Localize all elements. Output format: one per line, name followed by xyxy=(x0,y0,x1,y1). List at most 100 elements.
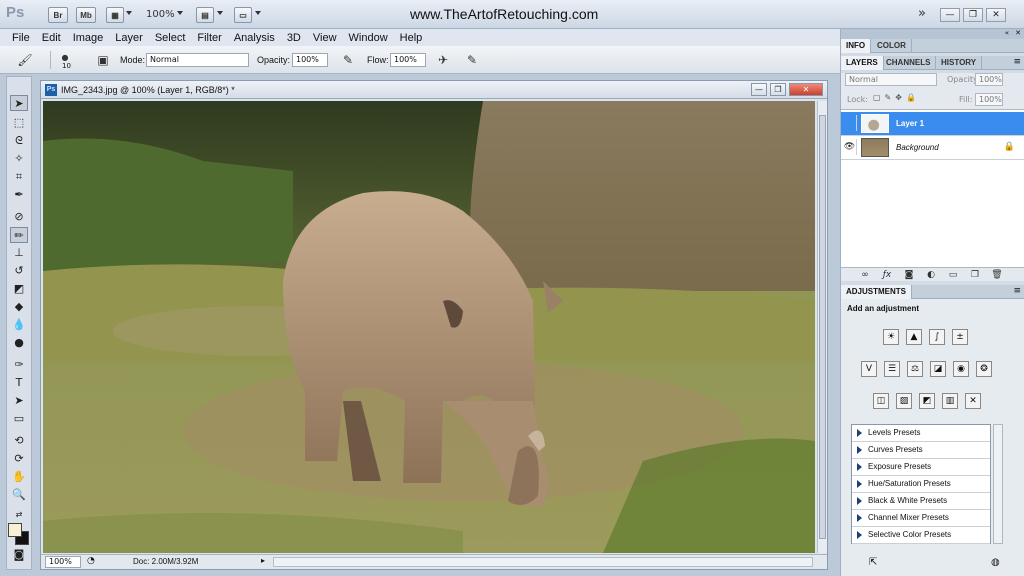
new-group-icon[interactable]: ▭ xyxy=(947,269,959,281)
view-extras-button[interactable]: ▦ xyxy=(106,7,124,23)
return-to-list-icon[interactable]: ⇱ xyxy=(869,557,877,568)
tab-channels[interactable]: CHANNELS xyxy=(881,56,937,70)
new-layer-icon[interactable]: ❐ xyxy=(969,269,981,281)
preset-item[interactable]: Curves Presets xyxy=(852,442,990,459)
layer-row[interactable]: Layer 1 xyxy=(841,112,1024,136)
curves-icon[interactable]: ∫ xyxy=(929,329,945,345)
blur-tool-icon[interactable]: 💧 xyxy=(10,317,28,333)
channel-mixer-icon[interactable]: ❂ xyxy=(976,361,992,377)
threshold-icon[interactable]: ◩ xyxy=(919,393,935,409)
tab-color[interactable]: COLOR xyxy=(872,39,912,53)
layer-style-icon[interactable]: ƒx xyxy=(881,269,893,281)
brush-panel-icon[interactable]: ▣ xyxy=(94,51,112,69)
preset-item[interactable]: Exposure Presets xyxy=(852,459,990,476)
eyedropper-tool-icon[interactable]: ✒ xyxy=(10,187,28,203)
horizontal-scrollbar[interactable] xyxy=(273,557,813,567)
airbrush-icon[interactable]: ✈ xyxy=(434,51,452,69)
tab-adjustments[interactable]: ADJUSTMENTS xyxy=(841,285,913,299)
layer-opacity-field[interactable]: 100% xyxy=(975,73,1003,86)
delete-layer-icon[interactable]: 🗑 xyxy=(991,269,1003,281)
layer-visibility-toggle[interactable] xyxy=(843,115,857,131)
history-brush-tool-icon[interactable]: ↺ xyxy=(10,263,28,279)
tablet-size-icon[interactable]: ✎ xyxy=(463,51,481,69)
workspace-expand-icon[interactable]: » xyxy=(918,6,926,21)
posterize-icon[interactable]: ▨ xyxy=(896,393,912,409)
doc-close-button[interactable]: ✕ xyxy=(789,83,823,96)
zoom-level[interactable]: 100% xyxy=(146,9,175,20)
exposure-icon[interactable]: ± xyxy=(952,329,968,345)
vibrance-icon[interactable]: V xyxy=(861,361,877,377)
eraser-tool-icon[interactable]: ◩ xyxy=(10,281,28,297)
preset-item[interactable]: Hue/Saturation Presets xyxy=(852,476,990,493)
minimize-button[interactable]: — xyxy=(940,8,960,22)
menu-view[interactable]: View xyxy=(307,32,343,44)
tab-info[interactable]: INFO xyxy=(841,39,872,53)
menu-analysis[interactable]: Analysis xyxy=(228,32,281,44)
type-tool-icon[interactable]: T xyxy=(10,375,28,391)
gradient-map-icon[interactable]: ▥ xyxy=(942,393,958,409)
menu-file[interactable]: File xyxy=(6,32,36,44)
tab-layers[interactable]: LAYERS xyxy=(841,56,884,70)
tab-history[interactable]: HISTORY xyxy=(936,56,983,70)
link-layers-icon[interactable]: ∞ xyxy=(859,269,871,281)
photo-filter-icon[interactable]: ◉ xyxy=(953,361,969,377)
menu-help[interactable]: Help xyxy=(394,32,429,44)
clone-stamp-tool-icon[interactable]: ⊥ xyxy=(10,245,28,261)
invert-icon[interactable]: ◫ xyxy=(873,393,889,409)
opacity-field[interactable]: 100% xyxy=(292,53,328,67)
3d-rotate-tool-icon[interactable]: ⟲ xyxy=(10,433,28,449)
menu-select[interactable]: Select xyxy=(149,32,192,44)
eye-icon[interactable]: 👁 xyxy=(843,139,857,155)
quick-select-tool-icon[interactable]: ✧ xyxy=(10,151,28,167)
status-zoom-field[interactable]: 100% xyxy=(45,556,81,568)
color-balance-icon[interactable]: ⚖ xyxy=(907,361,923,377)
collapse-panels-icon[interactable]: « xyxy=(1005,29,1009,37)
lock-options-icons[interactable]: ▢✎✥🔒 xyxy=(873,93,920,102)
quick-mask-icon[interactable]: ◙ xyxy=(10,547,28,563)
layer-row[interactable]: 👁 Background 🔒 xyxy=(841,136,1024,160)
arrange-documents-button[interactable]: ▤ xyxy=(196,7,214,23)
layers-panel-menu-icon[interactable]: ≡ xyxy=(1013,57,1021,67)
lasso-tool-icon[interactable]: ᘓ xyxy=(10,133,28,149)
menu-image[interactable]: Image xyxy=(67,32,110,44)
zoom-tool-icon[interactable]: 🔍 xyxy=(10,487,28,503)
selective-color-icon[interactable]: ✕ xyxy=(965,393,981,409)
preset-item[interactable]: Channel Mixer Presets xyxy=(852,510,990,527)
preset-item[interactable]: Black & White Presets xyxy=(852,493,990,510)
adjustments-menu-icon[interactable]: ≡ xyxy=(1013,286,1021,296)
brush-preset-icon[interactable]: 🖌 xyxy=(16,51,34,69)
crop-tool-icon[interactable]: ⌗ xyxy=(10,169,28,185)
black-white-icon[interactable]: ◪ xyxy=(930,361,946,377)
tablet-opacity-icon[interactable]: ✎ xyxy=(339,51,357,69)
fill-field[interactable]: 100% xyxy=(975,93,1003,106)
document-tab[interactable]: Ps IMG_2343.jpg @ 100% (Layer 1, RGB/8*)… xyxy=(41,81,827,99)
move-tool-icon[interactable]: ➤ xyxy=(10,95,28,111)
hand-tool-icon[interactable]: ✋ xyxy=(10,469,28,485)
path-select-tool-icon[interactable]: ➤ xyxy=(10,393,28,409)
menu-window[interactable]: Window xyxy=(343,32,394,44)
status-info-icon[interactable]: ◔ xyxy=(87,556,95,566)
hue-saturation-icon[interactable]: ☰ xyxy=(884,361,900,377)
vertical-scroll-thumb[interactable] xyxy=(819,115,826,539)
marquee-tool-icon[interactable]: ⬚ xyxy=(10,115,28,131)
swap-colors-icon[interactable]: ⇄ xyxy=(10,507,28,523)
dodge-tool-icon[interactable]: ● xyxy=(10,335,28,351)
menu-filter[interactable]: Filter xyxy=(191,32,227,44)
status-menu-arrow-icon[interactable]: ▸ xyxy=(261,556,265,565)
3d-orbit-tool-icon[interactable]: ⟳ xyxy=(10,451,28,467)
presets-scrollbar[interactable] xyxy=(993,424,1003,544)
layer-mask-icon[interactable]: ◙ xyxy=(903,269,915,281)
menu-3d[interactable]: 3D xyxy=(281,32,307,44)
panel-close-icon[interactable]: ✕ xyxy=(1015,29,1021,37)
brightness-contrast-icon[interactable]: ☀ xyxy=(883,329,899,345)
foreground-color-swatch[interactable] xyxy=(8,523,22,537)
doc-minimize-button[interactable]: — xyxy=(751,83,767,96)
clip-to-layer-icon[interactable]: ◍ xyxy=(991,557,1000,568)
brush-tool-icon[interactable]: ✏ xyxy=(10,227,28,243)
shape-tool-icon[interactable]: ▭ xyxy=(10,411,28,427)
mode-select[interactable]: Normal xyxy=(146,53,249,67)
launch-bridge-button[interactable]: Br xyxy=(48,7,68,23)
pen-tool-icon[interactable]: ✑ xyxy=(10,357,28,373)
launch-minibridge-button[interactable]: Mb xyxy=(76,7,96,23)
levels-icon[interactable]: ▲ xyxy=(906,329,922,345)
